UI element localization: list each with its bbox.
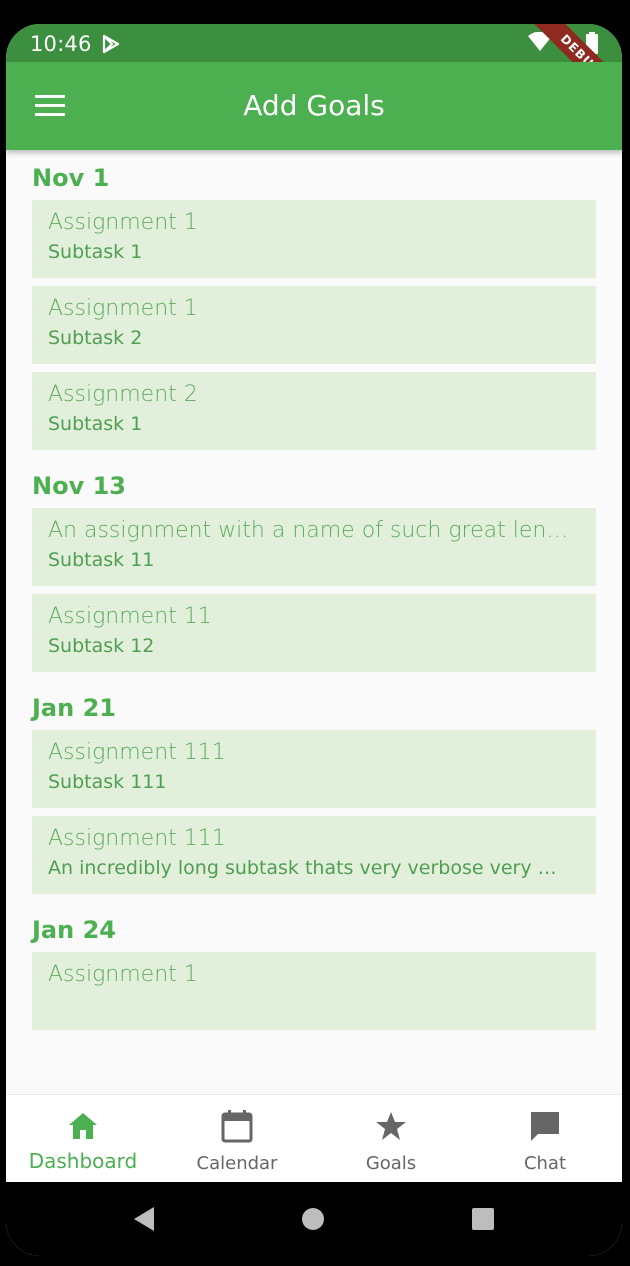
nav-label: Calendar — [196, 1153, 278, 1174]
goal-title: Assignment 11 — [48, 604, 212, 629]
back-icon[interactable] — [132, 1206, 156, 1232]
home-button-icon[interactable] — [302, 1208, 324, 1230]
date-header: Nov 13 — [32, 472, 126, 500]
phone-screen: 10:46 DEBUG Add Goals Nov 1 Assignment 1… — [6, 24, 622, 1256]
goal-subtask: Subtask 111 — [48, 771, 167, 793]
nav-chat[interactable]: Chat — [468, 1095, 622, 1183]
date-header: Nov 1 — [32, 164, 110, 192]
date-group: Jan 21 Assignment 111 Subtask 111 Assign… — [6, 694, 622, 894]
goal-subtask: Subtask 12 — [48, 635, 155, 657]
goal-title: Assignment 1 — [48, 296, 198, 321]
app-bar: Add Goals — [6, 62, 622, 150]
star-icon — [376, 1112, 406, 1140]
goal-title: Assignment 2 — [48, 382, 198, 407]
goal-title: Assignment 1 — [48, 962, 198, 987]
goal-subtask: Subtask 1 — [48, 241, 143, 263]
nav-label: Chat — [523, 1153, 567, 1174]
calendar-icon — [221, 1110, 253, 1143]
goal-title: An assignment with a name of such great … — [48, 518, 580, 543]
date-group: Nov 13 An assignment with a name of such… — [6, 472, 622, 672]
goal-card[interactable]: Assignment 111 An incredibly long subtas… — [32, 816, 596, 894]
goal-subtask: Subtask 1 — [48, 413, 143, 435]
goal-card[interactable]: Assignment 2 Subtask 1 — [32, 372, 596, 450]
nav-goals[interactable]: Goals — [314, 1095, 468, 1183]
goal-card[interactable]: Assignment 1 Subtask 2 — [32, 286, 596, 364]
status-time: 10:46 — [30, 32, 92, 56]
goal-card[interactable]: Assignment 111 Subtask 111 — [32, 730, 596, 808]
goal-title: Assignment 111 — [48, 826, 226, 851]
goals-list[interactable]: Nov 1 Assignment 1 Subtask 1 Assignment … — [6, 150, 622, 1094]
nav-label: Goals — [365, 1153, 417, 1174]
page-title: Add Goals — [243, 89, 385, 122]
chat-icon — [531, 1112, 559, 1141]
date-header: Jan 21 — [32, 694, 116, 722]
goal-title: Assignment 111 — [48, 740, 226, 765]
play-store-icon — [102, 35, 120, 53]
nav-calendar[interactable]: Calendar — [160, 1095, 314, 1183]
goal-subtask: An incredibly long subtask thats very ve… — [48, 857, 557, 879]
goal-card[interactable]: Assignment 1 — [32, 952, 596, 1030]
goal-subtask: Subtask 2 — [48, 327, 143, 349]
system-navigation-bar — [6, 1182, 622, 1256]
recents-icon[interactable] — [472, 1208, 494, 1230]
date-header: Jan 24 — [32, 916, 116, 944]
home-icon — [69, 1113, 97, 1139]
goal-title: Assignment 1 — [48, 210, 198, 235]
goal-card[interactable]: An assignment with a name of such great … — [32, 508, 596, 586]
goal-card[interactable]: Assignment 1 Subtask 1 — [32, 200, 596, 278]
date-group: Jan 24 Assignment 1 — [6, 916, 622, 1030]
bottom-navigation: Dashboard Calendar Goals Chat — [6, 1094, 622, 1183]
status-bar: 10:46 DEBUG — [6, 24, 622, 116]
nav-dashboard[interactable]: Dashboard — [6, 1095, 160, 1183]
goal-card[interactable]: Assignment 11 Subtask 12 — [32, 594, 596, 672]
goal-subtask: Subtask 11 — [48, 549, 155, 571]
date-group: Nov 1 Assignment 1 Subtask 1 Assignment … — [6, 164, 622, 450]
nav-label: Dashboard — [28, 1149, 138, 1173]
